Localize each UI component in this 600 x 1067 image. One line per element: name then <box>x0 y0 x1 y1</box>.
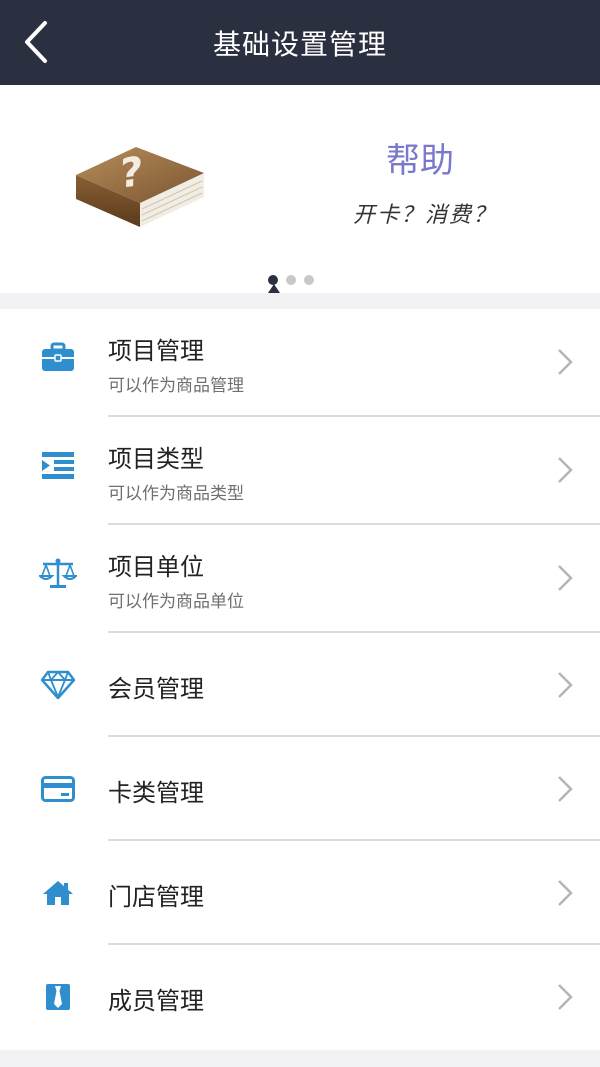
svg-text:?: ? <box>119 148 144 199</box>
carousel-indicator-arrow <box>268 284 280 293</box>
tie-icon <box>38 977 78 1017</box>
carousel-dot[interactable] <box>304 275 314 285</box>
card-icon <box>38 769 78 809</box>
scale-icon <box>38 553 78 593</box>
nav-bar: 基础设置管理 <box>0 0 600 85</box>
menu-item-store-management[interactable]: 门店管理 <box>0 841 600 945</box>
banner-subtitle: 开卡？消费？ <box>352 203 497 228</box>
back-button[interactable] <box>8 14 64 70</box>
chevron-right-icon <box>558 672 573 698</box>
menu-item-title: 会员管理 <box>108 675 204 703</box>
menu-item-subtitle: 可以作为商品类型 <box>108 484 244 504</box>
menu-item-title: 项目类型 <box>108 445 204 473</box>
home-icon <box>38 873 78 913</box>
menu-item-title: 成员管理 <box>108 987 204 1015</box>
chevron-right-icon <box>558 776 573 802</box>
menu-item-title: 项目单位 <box>108 553 204 581</box>
diamond-icon <box>38 665 78 705</box>
menu-item-title: 项目管理 <box>108 337 204 365</box>
menu-item-member-management[interactable]: 会员管理 <box>0 633 600 737</box>
settings-menu: 项目管理 可以作为商品管理 项目类型 可以作为商品类型 项目单位 可以作为商品单… <box>0 309 600 1050</box>
menu-item-title: 卡类管理 <box>108 779 204 807</box>
chevron-right-icon <box>558 457 573 483</box>
list-indent-icon <box>38 445 78 485</box>
menu-item-staff-management[interactable]: 成员管理 <box>0 945 600 1049</box>
menu-item-card-type-management[interactable]: 卡类管理 <box>0 737 600 841</box>
menu-item-project-management[interactable]: 项目管理 可以作为商品管理 <box>0 309 600 417</box>
menu-item-subtitle: 可以作为商品单位 <box>108 592 244 612</box>
banner-title: 帮助 <box>386 141 454 181</box>
menu-item-project-type[interactable]: 项目类型 可以作为商品类型 <box>0 417 600 525</box>
menu-item-project-unit[interactable]: 项目单位 可以作为商品单位 <box>0 525 600 633</box>
chevron-right-icon <box>558 565 573 591</box>
chevron-left-icon <box>25 21 47 63</box>
help-book-icon: ? <box>76 147 204 227</box>
page-title: 基础设置管理 <box>212 27 387 61</box>
chevron-right-icon <box>558 880 573 906</box>
carousel-dot[interactable] <box>286 275 296 285</box>
briefcase-icon <box>38 337 78 377</box>
chevron-right-icon <box>558 984 573 1010</box>
menu-item-subtitle: 可以作为商品管理 <box>108 376 244 396</box>
menu-item-title: 门店管理 <box>108 883 204 911</box>
chevron-right-icon <box>558 349 573 375</box>
help-banner[interactable]: ? 帮助 开卡？消费？ <box>0 85 600 293</box>
